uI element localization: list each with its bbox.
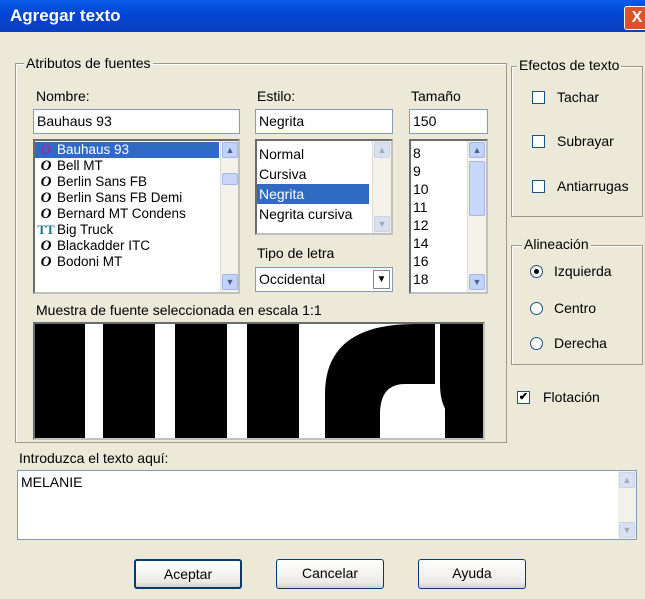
- preview-label: Muestra de fuente seleccionada en escala…: [36, 302, 322, 318]
- font-list-item[interactable]: O Bell MT: [35, 158, 219, 174]
- float-checkbox[interactable]: ✔: [517, 391, 530, 404]
- size-list-item[interactable]: 10: [411, 180, 451, 198]
- size-list-item[interactable]: 9: [411, 162, 451, 180]
- font-name: Bauhaus 93: [57, 142, 130, 157]
- scroll-down-icon[interactable]: ▼: [619, 522, 635, 538]
- style-input[interactable]: Negrita: [255, 109, 393, 134]
- style-list-item[interactable]: Cursiva: [257, 164, 369, 184]
- size-list-item[interactable]: 14: [411, 234, 451, 252]
- style-list-item[interactable]: Normal: [257, 144, 369, 164]
- align-right-label: Derecha: [554, 335, 607, 351]
- antialias-label: Antiarrugas: [557, 178, 629, 194]
- effects-legend: Efectos de texto: [517, 57, 622, 73]
- opentype-font-icon: O: [40, 174, 52, 190]
- preview-glyphs: [35, 324, 483, 438]
- scroll-up-icon[interactable]: ▲: [374, 142, 390, 158]
- scroll-thumb[interactable]: [222, 173, 238, 185]
- cancel-button[interactable]: Cancelar: [276, 559, 384, 589]
- style-list-scrollbar[interactable]: ▲ ▼: [372, 141, 391, 233]
- align-center-label: Centro: [554, 300, 597, 316]
- opentype-font-icon: O: [40, 206, 52, 222]
- font-name: Bell MT: [57, 158, 103, 173]
- close-icon: X: [631, 9, 643, 26]
- font-list-item[interactable]: TT Big Truck: [35, 222, 219, 238]
- align-left-radio[interactable]: [530, 265, 543, 278]
- opentype-font-icon: O: [40, 238, 52, 254]
- size-list-item[interactable]: 11: [411, 198, 451, 216]
- font-name: Bodoni MT: [57, 254, 123, 269]
- font-list-item[interactable]: O Berlin Sans FB Demi: [35, 190, 219, 206]
- scroll-up-icon[interactable]: ▲: [469, 142, 485, 158]
- align-center-radio[interactable]: [530, 302, 543, 315]
- size-input[interactable]: 150: [409, 109, 488, 134]
- font-preview: [33, 322, 485, 440]
- script-select[interactable]: Occidental ▼: [255, 267, 393, 292]
- font-list-item[interactable]: O Bernard MT Condens: [35, 206, 219, 222]
- opentype-font-icon: O: [40, 254, 52, 270]
- size-list-item[interactable]: 8: [411, 144, 451, 162]
- font-list-item[interactable]: O Berlin Sans FB: [35, 174, 219, 190]
- size-list-item[interactable]: 12: [411, 216, 451, 234]
- text-entry-scrollbar[interactable]: ▲ ▼: [618, 471, 636, 539]
- truetype-font-icon: TT: [37, 222, 55, 237]
- strike-checkbox[interactable]: [532, 91, 545, 104]
- scroll-down-icon[interactable]: ▼: [222, 274, 238, 290]
- scroll-up-icon[interactable]: ▲: [222, 142, 238, 158]
- size-list-item[interactable]: 18: [411, 270, 451, 288]
- antialias-checkbox[interactable]: [532, 180, 545, 193]
- font-name-label: Nombre:: [36, 88, 90, 104]
- size-list-item[interactable]: 16: [411, 252, 451, 270]
- script-select-value: Occidental: [259, 271, 326, 287]
- scroll-down-icon[interactable]: ▼: [469, 274, 485, 290]
- font-name: Berlin Sans FB: [57, 174, 148, 189]
- scroll-up-icon[interactable]: ▲: [619, 472, 635, 488]
- font-name: Big Truck: [57, 222, 114, 237]
- opentype-font-icon: O: [40, 142, 52, 158]
- text-entry-value: MELANIE: [21, 474, 83, 490]
- scroll-thumb[interactable]: [469, 161, 485, 216]
- font-list-item[interactable]: O Bauhaus 93: [35, 142, 219, 158]
- style-label: Estilo:: [257, 88, 296, 104]
- strike-label: Tachar: [557, 89, 600, 105]
- close-button[interactable]: X: [624, 6, 645, 30]
- alignment-legend: Alineación: [522, 236, 591, 252]
- style-list-item[interactable]: Negrita cursiva: [257, 204, 369, 224]
- script-label: Tipo de letra: [257, 245, 335, 261]
- help-button[interactable]: Ayuda: [418, 559, 526, 589]
- align-right-radio[interactable]: [530, 337, 543, 350]
- style-list-item[interactable]: Negrita: [257, 184, 369, 204]
- opentype-font-icon: O: [40, 158, 52, 174]
- style-list[interactable]: Normal Cursiva Negrita Negrita cursiva ▲ ▼: [255, 139, 393, 235]
- float-label: Flotación: [543, 389, 600, 405]
- underline-checkbox[interactable]: [532, 135, 545, 148]
- font-list-scrollbar[interactable]: ▲ ▼: [220, 141, 238, 292]
- font-name: Bernard MT Condens: [57, 206, 186, 221]
- size-label: Tamaño: [411, 88, 461, 104]
- font-attributes-legend: Atributos de fuentes: [24, 55, 153, 71]
- font-list-item[interactable]: O Blackadder ITC: [35, 238, 219, 254]
- align-left-label: Izquierda: [554, 263, 612, 279]
- opentype-font-icon: O: [40, 190, 52, 206]
- scroll-down-icon[interactable]: ▼: [374, 216, 390, 232]
- size-list-scrollbar[interactable]: ▲ ▼: [467, 141, 486, 292]
- window-title: Agregar texto: [10, 6, 121, 25]
- text-entry-area[interactable]: MELANIE ▲ ▼: [17, 470, 637, 540]
- font-name: Berlin Sans FB Demi: [57, 190, 183, 205]
- size-list[interactable]: 8 9 10 11 12 14 16 18 ▲ ▼: [409, 139, 488, 294]
- chevron-down-icon[interactable]: ▼: [373, 270, 390, 289]
- font-list[interactable]: O Bauhaus 93 O Bell MT O Berlin Sans FB O Berli…: [33, 139, 240, 294]
- font-list-item[interactable]: O Bodoni MT: [35, 254, 219, 270]
- ok-button[interactable]: Aceptar: [134, 559, 242, 589]
- font-name: Blackadder ITC: [57, 238, 151, 253]
- checkmark-icon: ✔: [518, 391, 529, 403]
- text-entry-label: Introduzca el texto aquí:: [19, 450, 169, 466]
- underline-label: Subrayar: [557, 133, 614, 149]
- font-name-input[interactable]: Bauhaus 93: [33, 109, 240, 134]
